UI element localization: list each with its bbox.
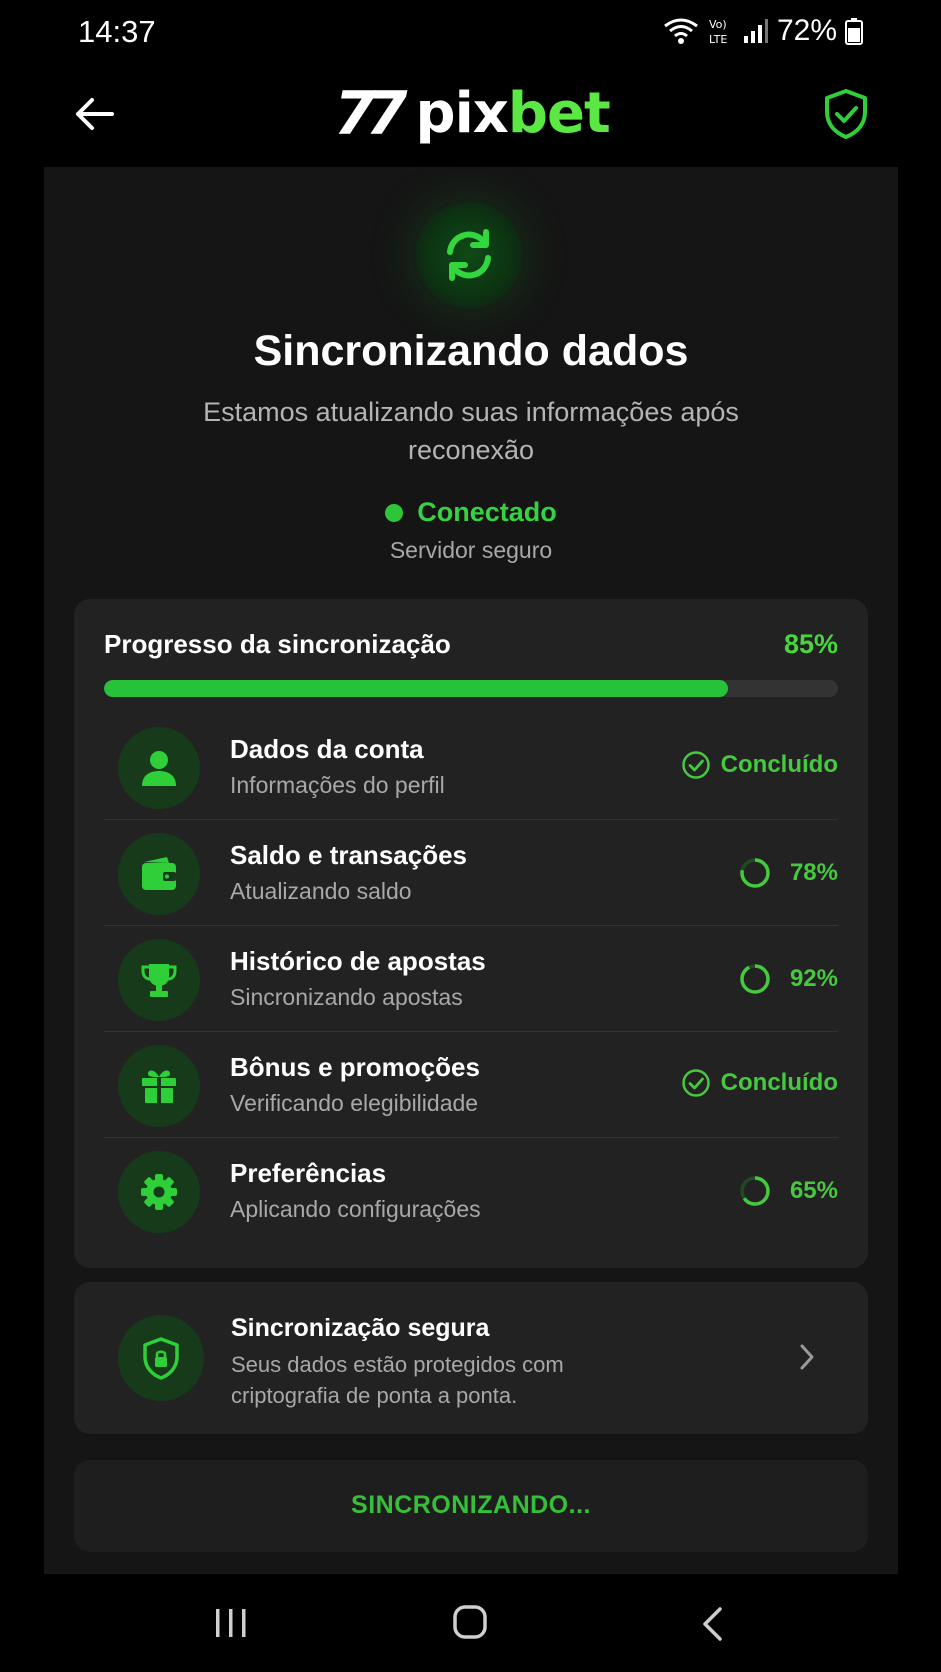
svg-text:Vo): Vo) [709,18,727,31]
item-subtitle: Atualizando saldo [230,878,412,904]
sync-item-bonus: Bônus e promoções Verificando elegibilid… [104,1032,838,1138]
progress-label: Progresso da sincronização [104,629,451,659]
sync-item-bet-history: Histórico de apostas Sincronizando apost… [104,926,838,1032]
status-icons: Vo) LTE 72% [663,14,863,48]
item-status-label: 65% [789,1177,838,1204]
home-icon[interactable] [452,1604,488,1640]
gear-icon [141,1174,177,1210]
sync-indicator [416,202,522,308]
item-title: Saldo e transações [230,840,467,870]
status-time: 14:37 [78,14,156,49]
item-title: Dados da conta [230,734,424,764]
item-subtitle: Aplicando configurações [230,1196,481,1222]
arrow-left-icon[interactable] [72,92,116,136]
item-status-label: 78% [789,859,838,886]
item-status: 92% [738,962,838,996]
item-status: 65% [738,1174,838,1208]
syncing-button-label: SINCRONIZANDO... [351,1491,591,1519]
sync-item-list: Dados da conta Informações do perfil Con… [104,714,838,1244]
logo-number: 77 [334,79,407,149]
server-label: Servidor seguro [389,537,553,563]
progress-ring-icon [740,964,770,994]
pixbet-logo: 77 pixbet [334,79,611,149]
status-dot [385,503,404,522]
connection-status: Conectado [44,497,898,528]
item-status-label: Concluído [720,1069,838,1096]
logo-word: pixbet [415,81,611,146]
system-nav-bar [0,1574,941,1672]
sync-item-account: Dados da conta Informações do perfil Con… [104,714,838,820]
item-title: Histórico de apostas [230,946,486,976]
signal-icon [743,19,768,43]
back-nav-icon[interactable] [700,1606,724,1642]
item-status: Concluído [681,750,838,780]
progress-bar-fill [104,680,728,697]
progress-ring-icon [740,858,770,888]
shield-lock-icon [143,1337,179,1380]
app-header: 77 pixbet [0,66,941,166]
sync-panel: Sincronizando dados Estamos atualizando … [44,167,898,1574]
svg-text:LTE: LTE [709,33,727,46]
item-title: Preferências [230,1158,387,1188]
gift-icon [142,1070,176,1103]
trophy-icon [141,964,177,997]
sync-item-preferences: Preferências Aplicando configurações 65% [104,1138,838,1244]
item-title: Bônus e promoções [230,1052,480,1082]
item-status-label: Concluído [720,751,838,778]
page-subtitle: Estamos atualizando suas informações apó… [203,397,739,465]
item-status-label: 92% [789,965,838,992]
recents-icon[interactable] [214,1608,248,1638]
sync-progress-card: Progresso da sincronização 85% Dados da … [74,599,868,1268]
progress-ring-icon [740,1176,770,1206]
sync-icon [447,229,491,281]
shield-check-icon[interactable] [823,88,869,140]
wifi-icon [664,18,698,44]
battery-icon [845,18,863,45]
progress-percent: 85% [783,629,838,659]
secure-sync-title: Sincronização segura [231,1314,490,1342]
user-icon [142,751,176,786]
sync-item-balance: Saldo e transações Atualizando saldo 78% [104,820,838,926]
item-status: 78% [738,856,838,890]
item-subtitle: Informações do perfil [230,772,445,798]
status-bar: 14:37 Vo) LTE 72% [0,0,941,66]
progress-bar [104,680,838,697]
secure-sync-description: Seus dados estão protegidos com criptogr… [231,1352,564,1408]
item-subtitle: Verificando elegibilidade [230,1090,479,1116]
secure-sync-card[interactable]: Sincronização segura Seus dados estão pr… [74,1282,868,1434]
item-subtitle: Sincronizando apostas [230,984,463,1010]
syncing-button[interactable]: SINCRONIZANDO... [74,1460,868,1552]
volte-icon: Vo) LTE [709,18,727,46]
page-title: Sincronizando dados [253,327,689,375]
battery-percent: 72% [776,14,837,47]
item-status: Concluído [681,1068,838,1098]
check-circle-icon [681,1069,710,1097]
chevron-right-icon [800,1344,814,1370]
wallet-icon [142,857,176,890]
connection-label: Conectado [417,497,557,527]
check-circle-icon [681,751,710,779]
